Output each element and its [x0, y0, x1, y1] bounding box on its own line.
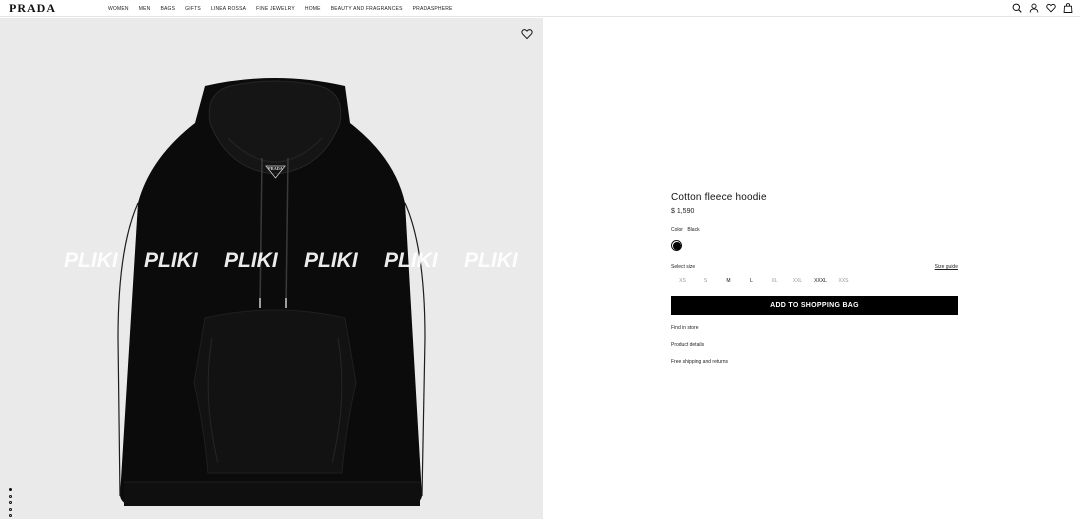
size-option-l[interactable]: L: [740, 278, 763, 284]
nav-fine-jewelry[interactable]: FINE JEWELRY: [256, 6, 295, 12]
size-option-xxs[interactable]: XXS: [832, 278, 855, 284]
site-header: PRADA WOMEN MEN BAGS GIFTS LINEA ROSSA F…: [0, 0, 1080, 17]
size-option-xl[interactable]: XL: [763, 278, 786, 284]
hoodie-logo-tag: PRADA: [268, 166, 283, 171]
background-text-3: PLIKI: [224, 249, 279, 272]
color-row: Color Black: [671, 227, 958, 233]
gallery-dot-4[interactable]: [9, 507, 12, 511]
background-text-6: PLIKI: [464, 249, 519, 272]
prada-logo[interactable]: PRADA: [9, 2, 56, 14]
product-title: Cotton fleece hoodie: [671, 192, 767, 203]
size-options: XS S M L XL XXL XXXL XXS: [671, 278, 958, 284]
shipping-returns-link[interactable]: Free shipping and returns: [671, 359, 958, 365]
gallery-dot-3[interactable]: [9, 501, 12, 504]
header-icons: [1006, 2, 1074, 14]
product-details-link[interactable]: Product details: [671, 342, 958, 348]
size-option-xxxl[interactable]: XXXL: [809, 278, 832, 284]
size-header: Select size Size guide: [671, 264, 958, 270]
size-option-xxl[interactable]: XXL: [786, 278, 809, 284]
background-text-5: PLIKI: [384, 249, 439, 272]
account-icon[interactable]: [1028, 2, 1040, 14]
product-image: PRADA PLIKI PLIKI PLIKI PLIKI PLIKI PLIK…: [0, 18, 543, 519]
gallery-dot-1[interactable]: [9, 488, 12, 491]
main-nav: WOMEN MEN BAGS GIFTS LINEA ROSSA FINE JE…: [108, 0, 463, 17]
color-label: Color: [671, 227, 683, 233]
add-to-shopping-bag-button[interactable]: ADD TO SHOPPING BAG: [671, 296, 958, 315]
nav-women[interactable]: WOMEN: [108, 6, 129, 12]
background-text-1: PLIKI: [64, 249, 119, 272]
product-info-panel: Cotton fleece hoodie $ 1,590 Color Black…: [671, 192, 958, 365]
nav-beauty-and-fragrances[interactable]: BEAUTY AND FRAGRANCES: [331, 6, 403, 12]
search-icon[interactable]: [1011, 2, 1023, 14]
wishlist-icon[interactable]: [1045, 2, 1057, 14]
nav-linea-rossa[interactable]: LINEA ROSSA: [211, 6, 246, 12]
nav-pradasphere[interactable]: PRADASPHERE: [413, 6, 453, 12]
size-option-m[interactable]: M: [717, 278, 740, 284]
background-text-2: PLIKI: [144, 249, 199, 272]
bag-icon[interactable]: [1062, 2, 1074, 14]
size-option-s[interactable]: S: [694, 278, 717, 284]
product-image-gallery[interactable]: PRADA PLIKI PLIKI PLIKI PLIKI PLIKI PLIK…: [0, 18, 543, 519]
gallery-dot-5[interactable]: [9, 514, 12, 517]
nav-men[interactable]: MEN: [139, 6, 151, 12]
find-in-store-link[interactable]: Find in store: [671, 325, 958, 331]
nav-home[interactable]: HOME: [305, 6, 321, 12]
gallery-pagination: [9, 488, 12, 519]
color-swatch-fill: [672, 241, 681, 250]
gallery-dot-2[interactable]: [9, 494, 12, 498]
select-size-label: Select size: [671, 264, 696, 270]
size-guide-link[interactable]: Size guide: [935, 264, 958, 270]
nav-bags[interactable]: BAGS: [160, 6, 175, 12]
size-option-xs[interactable]: XS: [671, 278, 694, 284]
color-value: Black: [687, 227, 700, 233]
add-to-wishlist-icon[interactable]: [521, 27, 533, 40]
nav-gifts[interactable]: GIFTS: [185, 6, 201, 12]
color-swatch-black[interactable]: [671, 240, 682, 251]
product-price: $ 1,590: [671, 208, 695, 215]
background-text-4: PLIKI: [304, 249, 359, 272]
